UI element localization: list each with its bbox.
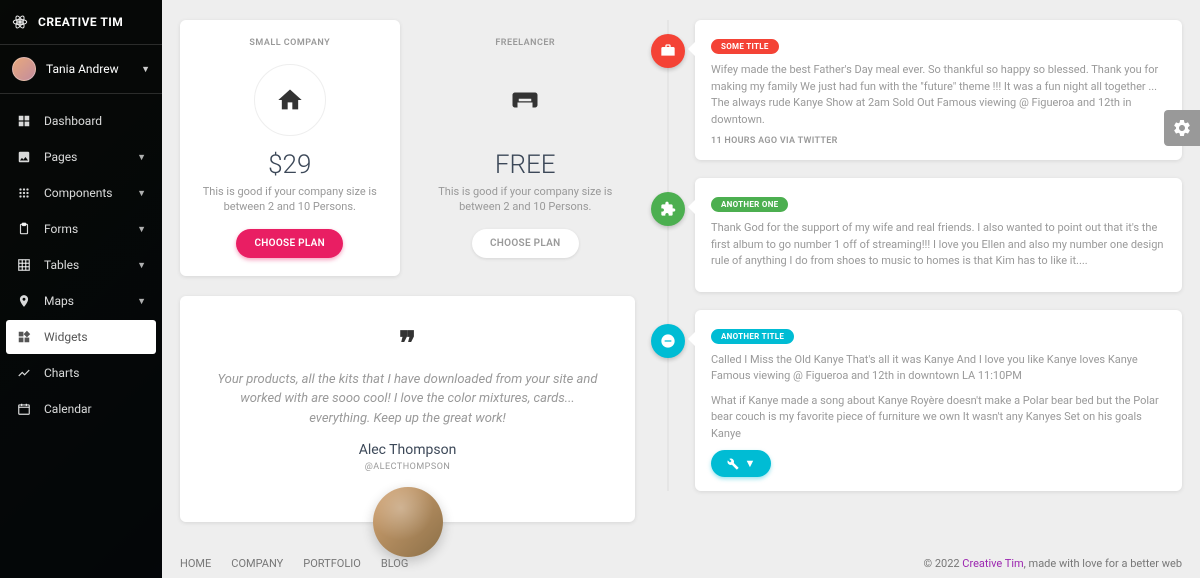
footer-links: HOME COMPANY PORTFOLIO BLOG — [180, 557, 408, 570]
nav-item-components[interactable]: Components ▼ — [6, 176, 156, 210]
chevron-down-icon: ▼ — [137, 224, 146, 235]
footer-link[interactable]: COMPANY — [231, 557, 283, 570]
choose-plan-button[interactable]: CHOOSE PLAN — [236, 229, 343, 258]
author-avatar-icon — [373, 487, 443, 557]
timeline-pill: SOME TITLE — [711, 39, 779, 54]
footer-link[interactable]: HOME — [180, 557, 211, 570]
place-icon — [16, 293, 32, 309]
nav-label: Dashboard — [44, 114, 102, 128]
timeline-item: SOME TITLE Wifey made the best Father's D… — [695, 20, 1182, 160]
timeline-pill: ANOTHER ONE — [711, 197, 788, 212]
chevron-down-icon: ▼ — [141, 64, 150, 75]
user-name: Tania Andrew — [46, 62, 119, 76]
nav-item-charts[interactable]: Charts — [6, 356, 156, 390]
apps-icon — [16, 185, 32, 201]
testimonial-text: Your products, all the kits that I have … — [210, 370, 605, 429]
timeline-meta: 11 HOURS AGO VIA TWITTER — [711, 136, 1166, 146]
nav-label: Components — [44, 186, 113, 200]
timeline-card: SOME TITLE Wifey made the best Father's D… — [695, 20, 1182, 160]
testimonial-card: ❞ Your products, all the kits that I hav… — [180, 296, 635, 523]
footer-brand-link[interactable]: Creative Tim — [962, 557, 1023, 570]
price-desc: This is good if your company size is bet… — [430, 184, 622, 215]
image-icon — [16, 149, 32, 165]
timeline-text: What if Kanye made a song about Kanye Ro… — [711, 393, 1166, 443]
nav-item-maps[interactable]: Maps ▼ — [6, 284, 156, 318]
nav-item-dashboard[interactable]: Dashboard — [6, 104, 156, 138]
timeline-card: ANOTHER ONE Thank God for the support of … — [695, 178, 1182, 292]
footer-link[interactable]: BLOG — [381, 557, 409, 570]
pricing-card: FREELANCER FREE This is good if your compa… — [416, 20, 636, 276]
timeline-text: Thank God for the support of my wife and… — [711, 220, 1166, 270]
nav-item-pages[interactable]: Pages ▼ — [6, 140, 156, 174]
timeline: SOME TITLE Wifey made the best Father's D… — [651, 20, 1182, 491]
nav-label: Maps — [44, 294, 74, 308]
brand-text: CREATIVE TIM — [38, 15, 123, 29]
choose-plan-button[interactable]: CHOOSE PLAN — [472, 229, 579, 258]
price: $29 — [194, 150, 386, 180]
timeline-text: Called I Miss the Old Kanye That's all i… — [711, 352, 1166, 385]
nav-item-calendar[interactable]: Calendar — [6, 392, 156, 426]
settings-button[interactable] — [1164, 110, 1200, 146]
nav-list: DashboardPages▼Components▼Forms▼Tables▼M… — [0, 94, 162, 436]
testimonial-author: Alec Thompson — [210, 442, 605, 458]
timeline-badge-icon — [651, 34, 685, 68]
grid-icon — [16, 257, 32, 273]
sidebar: CREATIVE TIM Tania Andrew ▼ Dashboard Pag… — [0, 0, 162, 578]
chevron-down-icon: ▼ — [137, 188, 146, 199]
timeline-pill: ANOTHER TITLE — [711, 329, 794, 344]
clipboard-icon — [16, 221, 32, 237]
nav-label: Calendar — [44, 402, 92, 416]
nav-item-tables[interactable]: Tables ▼ — [6, 248, 156, 282]
calendar-icon — [16, 401, 32, 417]
footer-copyright: © 2022 Creative Tim, made with love for … — [923, 557, 1182, 570]
pricing-category: FREELANCER — [430, 38, 622, 48]
pricing-icon — [489, 64, 561, 136]
nav-label: Tables — [44, 258, 79, 272]
chevron-down-icon: ▼ — [137, 152, 146, 163]
timeline-item: ANOTHER ONE Thank God for the support of … — [695, 178, 1182, 292]
timeline-action-button[interactable]: ▼ — [711, 450, 771, 477]
brand-logo[interactable]: CREATIVE TIM — [0, 0, 162, 45]
gear-icon — [1172, 118, 1192, 138]
nav-label: Widgets — [44, 330, 88, 344]
price: FREE — [430, 150, 622, 180]
timeline-text: Wifey made the best Father's Day meal ev… — [711, 62, 1166, 128]
pricing-category: SMALL COMPANY — [194, 38, 386, 48]
nav-label: Charts — [44, 366, 79, 380]
footer-link[interactable]: PORTFOLIO — [303, 557, 361, 570]
widgets-icon — [16, 329, 32, 345]
timeline-badge-icon — [651, 192, 685, 226]
footer: HOME COMPANY PORTFOLIO BLOG © 2022 Creative… — [180, 557, 1182, 570]
dashboard-icon — [16, 113, 32, 129]
user-avatar-icon — [12, 57, 36, 81]
timeline-badge-icon — [651, 324, 685, 358]
nav-label: Forms — [44, 222, 78, 236]
timeline-card: ANOTHER TITLE Called I Miss the Old Kanye… — [695, 310, 1182, 492]
nav-item-forms[interactable]: Forms ▼ — [6, 212, 156, 246]
quote-icon: ❞ — [210, 324, 605, 362]
main-content: SMALL COMPANY $29 This is good if your com… — [162, 0, 1200, 578]
pricing-row: SMALL COMPANY $29 This is good if your com… — [180, 20, 635, 276]
timeline-item: ANOTHER TITLE Called I Miss the Old Kanye… — [695, 310, 1182, 492]
pricing-icon — [254, 64, 326, 136]
chevron-down-icon: ▼ — [137, 296, 146, 307]
nav-item-widgets[interactable]: Widgets — [6, 320, 156, 354]
pricing-card: SMALL COMPANY $29 This is good if your com… — [180, 20, 400, 276]
chevron-down-icon: ▼ — [137, 260, 146, 271]
atom-icon — [12, 14, 28, 30]
testimonial-handle: @ALECTHOMPSON — [210, 462, 605, 472]
price-desc: This is good if your company size is bet… — [194, 184, 386, 215]
user-menu[interactable]: Tania Andrew ▼ — [0, 45, 162, 94]
nav-label: Pages — [44, 150, 77, 164]
timeline-icon — [16, 365, 32, 381]
